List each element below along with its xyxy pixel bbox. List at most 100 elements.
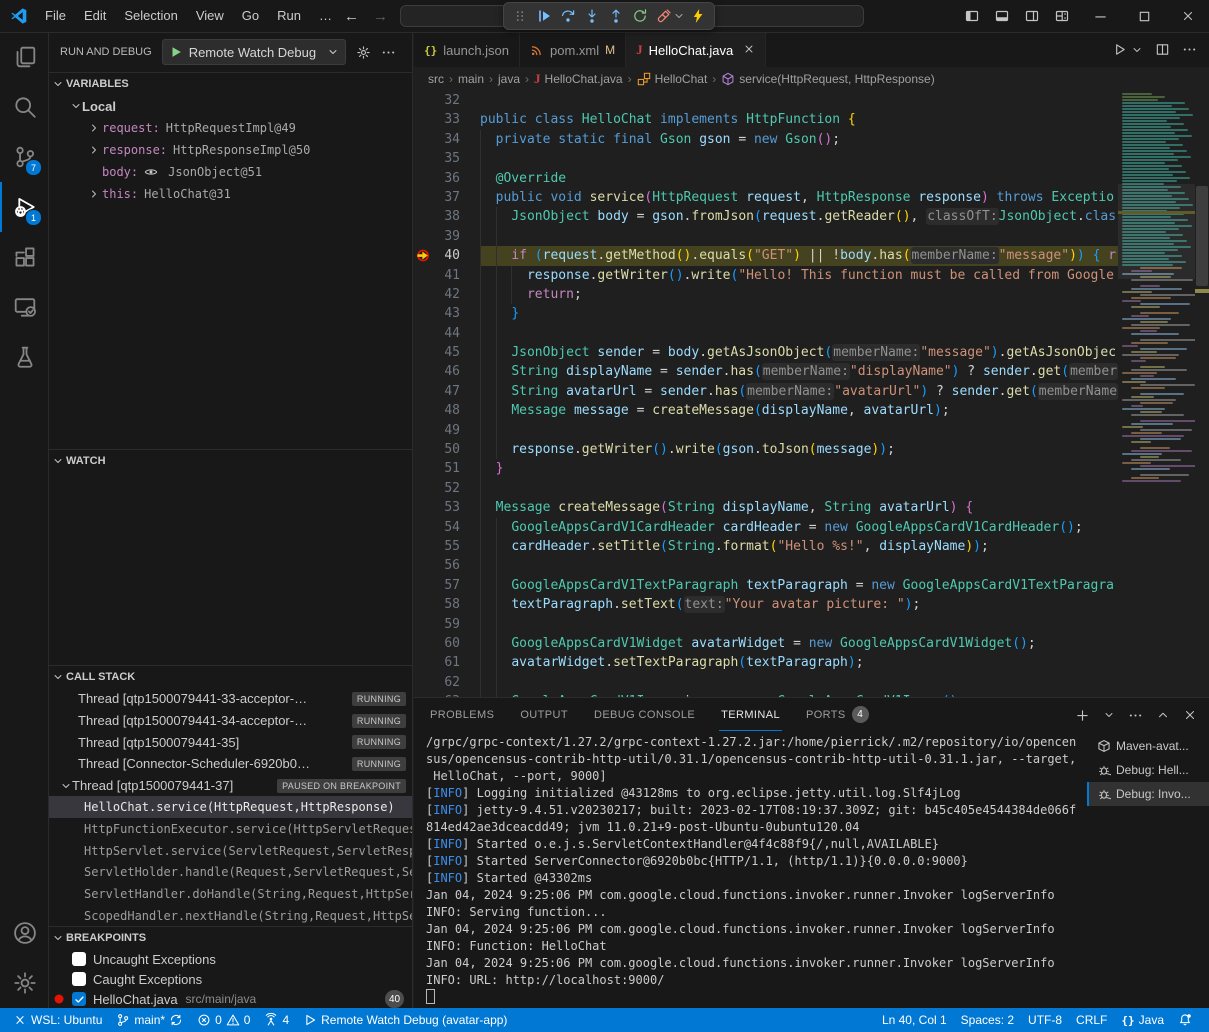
variables-header[interactable]: VARIABLES [48, 72, 412, 95]
editor-gutter[interactable]: 59 [414, 615, 480, 634]
editor-gutter[interactable]: 61 [414, 653, 480, 672]
menu-more[interactable]: … [310, 0, 341, 32]
menu-view[interactable]: View [187, 0, 233, 32]
more-actions-icon[interactable] [1128, 708, 1143, 723]
breadcrumb-item[interactable]: src [428, 72, 444, 86]
editor-gutter[interactable]: 62 [414, 673, 480, 692]
panel-tab-debug-console[interactable]: DEBUG CONSOLE [592, 700, 697, 731]
breadcrumb-item[interactable]: service(HttpRequest, HttpResponse) [721, 72, 934, 86]
debug-step-over-button[interactable] [557, 5, 579, 27]
call-stack-header[interactable]: CALL STACK [48, 665, 412, 688]
status-branch[interactable]: main* [109, 1008, 190, 1032]
status-braces[interactable]: {}Java [1114, 1008, 1171, 1032]
menu-run[interactable]: Run [268, 0, 310, 32]
editor-gutter[interactable]: 53 [414, 498, 480, 517]
editor-gutter[interactable]: 47 [414, 382, 480, 401]
editor-gutter[interactable]: 42 [414, 285, 480, 304]
variable-row[interactable]: body:JsonObject@51 [48, 161, 412, 183]
panel-tab-output[interactable]: OUTPUT [518, 700, 570, 731]
breakpoint-row[interactable]: Uncaught Exceptions [48, 949, 412, 969]
nav-forward-icon[interactable]: → [373, 8, 388, 25]
stack-frame[interactable]: HttpServlet.service(ServletRequest,Servl… [48, 840, 412, 862]
activitybar-testing[interactable] [0, 332, 48, 382]
editor-gutter[interactable]: 45 [414, 343, 480, 362]
editor-gutter[interactable]: 56 [414, 556, 480, 575]
debug-step-out-button[interactable] [605, 5, 627, 27]
editor-gutter[interactable]: 48 [414, 401, 480, 420]
minimize-button[interactable] [1079, 0, 1121, 32]
activitybar-run-and-debug[interactable]: 1 [0, 182, 48, 232]
editor-gutter[interactable]: 51 [414, 459, 480, 478]
activitybar-extensions[interactable] [0, 232, 48, 282]
editor-gutter[interactable]: 37 [414, 188, 480, 207]
editor-gutter[interactable]: 39 [414, 227, 480, 246]
debug-disconnect-button[interactable] [653, 5, 675, 27]
terminal-session[interactable]: Debug: Hell... [1087, 758, 1209, 782]
close-button[interactable] [1167, 0, 1209, 32]
editor-scrollbar[interactable] [1195, 91, 1209, 697]
close-panel-icon[interactable] [1183, 708, 1197, 722]
editor-gutter[interactable]: 49 [414, 421, 480, 440]
status-broadcast[interactable]: 4 [257, 1008, 296, 1032]
more-actions-icon[interactable] [381, 45, 396, 60]
breakpoint-checkbox[interactable] [72, 972, 86, 986]
menu-edit[interactable]: Edit [75, 0, 115, 32]
call-stack-thread[interactable]: Thread [qtp1500079441-34-acceptor-1@66..… [48, 710, 412, 732]
terminal-output[interactable]: /grpc/grpc-context/1.27.2/grpc-context-1… [426, 734, 1081, 1006]
editor-gutter[interactable]: 33 [414, 110, 480, 129]
editor-gutter[interactable]: 46 [414, 362, 480, 381]
editor-gutter[interactable]: 54 [414, 518, 480, 537]
tab-launch-json[interactable]: {}launch.json [414, 32, 520, 67]
activitybar-search[interactable] [0, 82, 48, 132]
chevron-down-icon[interactable] [673, 5, 685, 27]
hot-code-replace-button[interactable] [687, 5, 709, 27]
lazy-eval-eye-icon[interactable] [144, 165, 158, 179]
editor-gutter[interactable]: 36 [414, 169, 480, 188]
call-stack-thread[interactable]: Thread [qtp1500079441-33-acceptor-0@48..… [48, 688, 412, 710]
editor-gutter[interactable]: 50 [414, 440, 480, 459]
menu-file[interactable]: File [36, 0, 75, 32]
call-stack-thread[interactable]: Thread [qtp1500079441-35]RUNNING [48, 731, 412, 753]
variables-scope[interactable]: Local [48, 95, 412, 117]
status-ln-40-col-1[interactable]: Ln 40, Col 1 [875, 1008, 954, 1032]
call-stack-thread[interactable]: Thread [qtp1500079441-37]PAUSED ON BREAK… [48, 775, 412, 797]
debug-continue-button[interactable] [533, 5, 555, 27]
editor-gutter[interactable]: 35 [414, 149, 480, 168]
terminal-session[interactable]: Debug: Invo... [1087, 782, 1209, 806]
tab-pom-xml[interactable]: pom.xmlM [520, 32, 626, 67]
stack-frame[interactable]: ScopedHandler.nextHandle(String,Request,… [48, 905, 412, 927]
terminal-dropdown-icon[interactable] [1103, 709, 1115, 721]
activitybar-accounts[interactable] [0, 908, 48, 958]
editor-gutter[interactable]: 43 [414, 304, 480, 323]
terminal-session[interactable]: Maven-avat... [1087, 734, 1209, 758]
stack-frame[interactable]: HelloChat.service(HttpRequest,HttpRespon… [48, 796, 412, 818]
status-debug[interactable]: Remote Watch Debug (avatar-app) [296, 1008, 514, 1032]
status-error[interactable]: 00 [190, 1008, 257, 1032]
status-bell[interactable] [1171, 1008, 1199, 1032]
toggle-primary-sidebar-button[interactable] [957, 0, 987, 32]
breakpoint-checkbox[interactable] [72, 992, 86, 1006]
maximize-button[interactable] [1123, 0, 1165, 32]
variable-row[interactable]: request:HttpRequestImpl@49 [48, 117, 412, 139]
breadcrumb-item[interactable]: HelloChat [637, 72, 708, 86]
editor-gutter[interactable]: 58 [414, 595, 480, 614]
editor-gutter[interactable]: 34 [414, 130, 480, 149]
breadcrumb-item[interactable]: java [498, 72, 520, 86]
tab-hellochat-java[interactable]: JHelloChat.java [626, 32, 766, 67]
start-debug-icon[interactable] [169, 45, 183, 59]
editor-gutter[interactable]: 52 [414, 479, 480, 498]
status-spaces-2[interactable]: Spaces: 2 [954, 1008, 1021, 1032]
gear-icon[interactable] [356, 45, 371, 60]
breakpoints-header[interactable]: BREAKPOINTS [48, 926, 412, 949]
panel-tab-problems[interactable]: PROBLEMS [428, 700, 496, 731]
close-tab-icon[interactable] [743, 43, 755, 58]
editor-gutter[interactable]: 40 [414, 246, 480, 265]
debug-step-into-button[interactable] [581, 5, 603, 27]
more-actions-icon[interactable] [1182, 42, 1197, 57]
stack-frame[interactable]: ServletHandler.doHandle(String,Request,H… [48, 883, 412, 905]
toggle-panel-button[interactable] [987, 0, 1017, 32]
menu-selection[interactable]: Selection [115, 0, 186, 32]
drag-grip-button[interactable] [509, 5, 531, 27]
minimap[interactable] [1118, 91, 1195, 697]
split-editor-button[interactable] [1155, 42, 1170, 57]
